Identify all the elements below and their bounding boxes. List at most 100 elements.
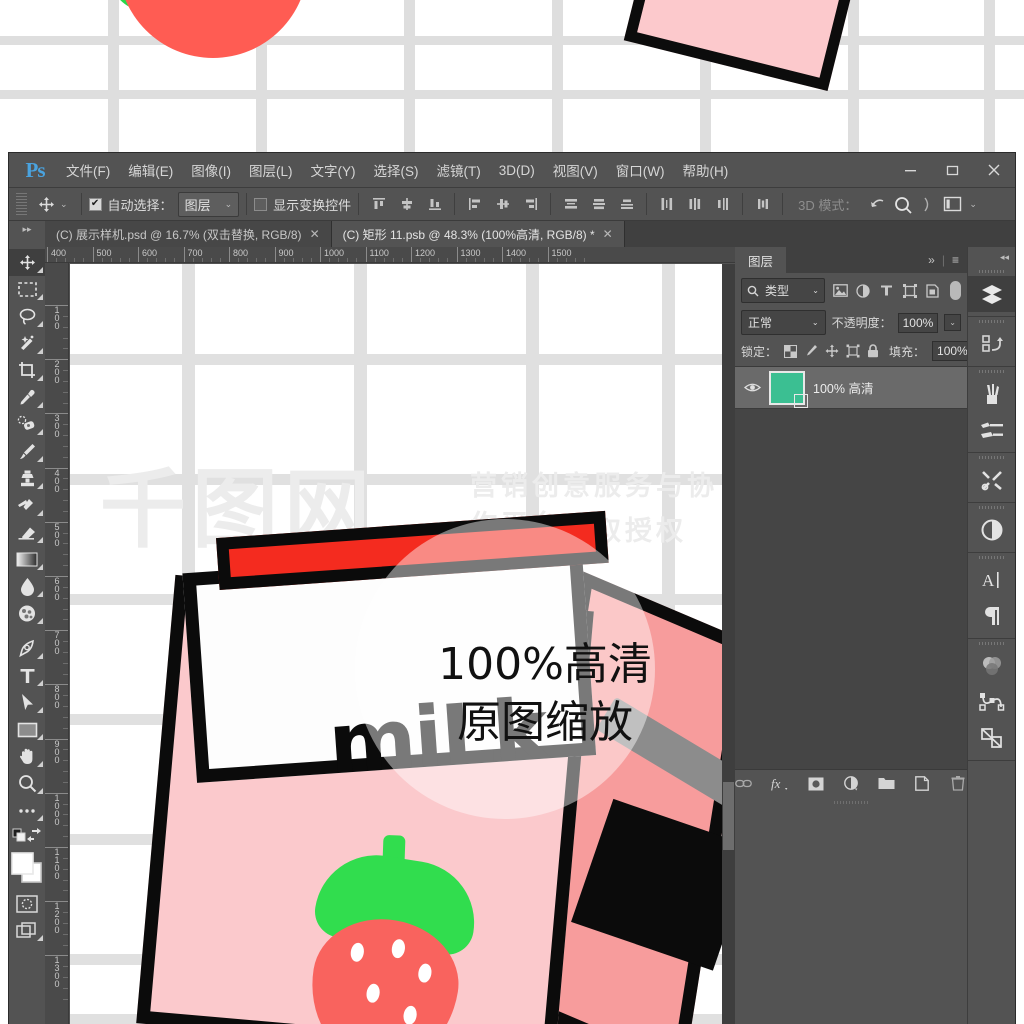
distribute-spacing-button[interactable] bbox=[750, 193, 775, 215]
link-layers-button[interactable] bbox=[735, 774, 754, 794]
rail-grip[interactable] bbox=[968, 639, 1015, 648]
lock-transparent-pixels-button[interactable] bbox=[784, 343, 798, 360]
filter-shape-layers-button[interactable] bbox=[902, 281, 918, 300]
color-swatch-controls[interactable] bbox=[9, 824, 45, 846]
workspace-chevron-icon[interactable]: ⌄ bbox=[969, 199, 977, 210]
vertical-scrollbar-thumb[interactable] bbox=[723, 782, 734, 850]
tool-preset-chevron-icon[interactable]: ⌄ bbox=[60, 199, 68, 210]
align-right-edges-button[interactable] bbox=[518, 193, 543, 215]
history-brush-tool-button[interactable] bbox=[9, 492, 45, 519]
rail-grip[interactable] bbox=[968, 267, 1015, 276]
blend-mode-dropdown[interactable]: 正常 ⌄ bbox=[741, 310, 826, 335]
filter-pixel-layers-button[interactable] bbox=[832, 281, 848, 300]
lock-all-button[interactable] bbox=[867, 343, 879, 360]
options-bar-grip[interactable] bbox=[16, 193, 27, 215]
channels-panel-rail-button[interactable] bbox=[968, 648, 1015, 684]
screen-mode-button[interactable] bbox=[9, 917, 45, 944]
document-tab-1[interactable]: (C) 展示样机.psd @ 16.7% (双击替换, RGB/8) ✕ bbox=[45, 221, 332, 247]
pen-tool-button[interactable] bbox=[9, 635, 45, 662]
zoom-3d-camera-button[interactable] bbox=[890, 193, 915, 215]
minimize-button[interactable] bbox=[889, 157, 931, 183]
edit-toolbar-button[interactable] bbox=[9, 797, 45, 824]
distribute-vertical-center-button[interactable] bbox=[586, 193, 611, 215]
menu-help[interactable]: 帮助(H) bbox=[673, 157, 737, 183]
eraser-tool-button[interactable] bbox=[9, 519, 45, 546]
layer-row[interactable]: 100% 高清 bbox=[735, 367, 967, 409]
layer-list[interactable]: 100% 高清 bbox=[735, 367, 967, 769]
document-tab-2[interactable]: (C) 矩形 11.psb @ 48.3% (100%高清, RGB/8) * … bbox=[331, 221, 625, 247]
filter-smart-objects-button[interactable] bbox=[925, 281, 941, 300]
auto-select-checkbox[interactable]: ✔ bbox=[88, 197, 102, 211]
add-layer-mask-button[interactable] bbox=[807, 774, 826, 794]
brush-presets-panel-rail-button[interactable] bbox=[968, 376, 1015, 412]
layer-thumbnail[interactable] bbox=[769, 370, 808, 408]
paragraph-panel-rail-button[interactable] bbox=[968, 598, 1015, 634]
horizontal-type-tool-button[interactable] bbox=[9, 662, 45, 689]
layer-style-button[interactable]: fx bbox=[771, 774, 790, 794]
magic-wand-tool-button[interactable] bbox=[9, 330, 45, 357]
opacity-stepper[interactable]: ⌄ bbox=[944, 314, 961, 331]
rail-grip[interactable] bbox=[968, 317, 1015, 326]
active-tool-chip[interactable]: ⌄ bbox=[32, 196, 74, 213]
layer-name[interactable]: 100% 高清 bbox=[813, 378, 873, 397]
close-icon[interactable]: ✕ bbox=[310, 227, 320, 241]
menu-image[interactable]: 图像(I) bbox=[182, 157, 240, 183]
hand-tool-button[interactable] bbox=[9, 743, 45, 770]
lasso-tool-button[interactable] bbox=[9, 303, 45, 330]
filter-enable-toggle[interactable] bbox=[949, 281, 962, 300]
distribute-bottom-button[interactable] bbox=[614, 193, 639, 215]
close-icon[interactable]: ✕ bbox=[603, 227, 613, 241]
vertical-ruler[interactable]: 1002003004005006007008009001000110012001… bbox=[45, 263, 69, 1024]
rectangle-tool-button[interactable] bbox=[9, 716, 45, 743]
distribute-left-button[interactable] bbox=[654, 193, 679, 215]
menu-window[interactable]: 窗口(W) bbox=[607, 157, 674, 183]
menu-filter[interactable]: 滤镜(T) bbox=[428, 157, 490, 183]
gradient-tool-button[interactable] bbox=[9, 546, 45, 573]
new-group-button[interactable] bbox=[878, 774, 897, 794]
history-panel-rail-button[interactable] bbox=[968, 326, 1015, 362]
toolbar-collapse-toggle[interactable]: ▸▸ bbox=[9, 221, 45, 247]
paths-panel-rail-button[interactable] bbox=[968, 684, 1015, 720]
eyedropper-tool-button[interactable] bbox=[9, 384, 45, 411]
align-left-edges-button[interactable] bbox=[462, 193, 487, 215]
panel-menu-icon[interactable]: ≡ bbox=[952, 253, 959, 267]
blur-tool-button[interactable] bbox=[9, 573, 45, 600]
show-transform-controls-checkbox[interactable] bbox=[254, 197, 268, 211]
workspace-switcher-button[interactable] bbox=[940, 193, 965, 215]
tool-presets-panel-rail-button[interactable] bbox=[968, 462, 1015, 498]
rail-grip[interactable] bbox=[968, 503, 1015, 512]
rail-grip[interactable] bbox=[968, 367, 1015, 376]
brush-settings-panel-rail-button[interactable] bbox=[968, 412, 1015, 448]
crop-tool-button[interactable] bbox=[9, 357, 45, 384]
lock-position-button[interactable] bbox=[825, 343, 839, 360]
adjustments-panel-rail-button[interactable] bbox=[968, 512, 1015, 548]
layer-filter-type-dropdown[interactable]: 类型 ⌄ bbox=[741, 278, 825, 303]
align-vertical-centers-button[interactable] bbox=[394, 193, 419, 215]
menu-view[interactable]: 视图(V) bbox=[544, 157, 607, 183]
rotate-3d-camera-button[interactable] bbox=[865, 193, 890, 215]
filter-adjustment-layers-button[interactable] bbox=[855, 281, 871, 300]
lock-artboard-nesting-button[interactable] bbox=[846, 343, 860, 360]
brush-tool-button[interactable] bbox=[9, 438, 45, 465]
rail-collapse-toggle[interactable]: ◂◂ bbox=[968, 247, 1015, 267]
distribute-top-button[interactable] bbox=[558, 193, 583, 215]
auto-select-scope-dropdown[interactable]: 图层 ⌄ bbox=[177, 191, 240, 217]
align-horizontal-centers-button[interactable] bbox=[490, 193, 515, 215]
new-adjustment-layer-button[interactable] bbox=[842, 774, 861, 794]
move-tool-button[interactable] bbox=[9, 249, 45, 276]
delete-layer-button[interactable] bbox=[949, 774, 968, 794]
canvas-vertical-scrollbar[interactable] bbox=[722, 264, 735, 1024]
close-button[interactable] bbox=[973, 157, 1015, 183]
opacity-value[interactable]: 100% bbox=[897, 312, 939, 333]
menu-type[interactable]: 文字(Y) bbox=[302, 157, 365, 183]
panel-collapse-icon[interactable]: » bbox=[928, 253, 935, 267]
horizontal-ruler[interactable]: 400 500 600 700 800 900 1000 1100 1200 1300 1400 15… bbox=[45, 247, 735, 263]
align-top-edges-button[interactable] bbox=[366, 193, 391, 215]
distribute-horizontal-center-button[interactable] bbox=[682, 193, 707, 215]
path-selection-tool-button[interactable] bbox=[9, 689, 45, 716]
rail-grip[interactable] bbox=[968, 553, 1015, 562]
align-bottom-edges-button[interactable] bbox=[422, 193, 447, 215]
menu-select[interactable]: 选择(S) bbox=[365, 157, 428, 183]
menu-edit[interactable]: 编辑(E) bbox=[119, 157, 182, 183]
clone-stamp-tool-button[interactable] bbox=[9, 465, 45, 492]
